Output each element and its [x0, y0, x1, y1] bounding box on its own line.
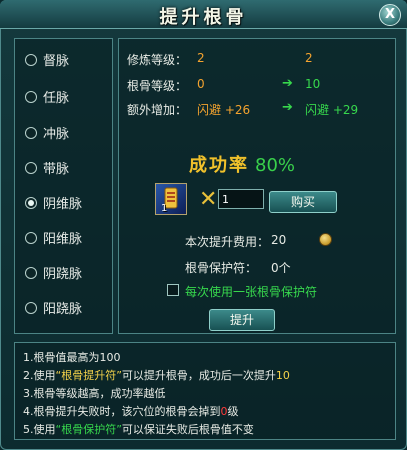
- root-bone-level-label: 根骨等级：: [127, 79, 188, 93]
- meridian-label: 阳跷脉: [43, 302, 83, 317]
- meridian-label: 阴维脉: [43, 197, 83, 212]
- meridian-option-du[interactable]: 督脉: [25, 51, 69, 73]
- meridian-option-yangqiao[interactable]: 阳跷脉: [25, 299, 82, 321]
- cost-label: 本次提升费用：: [185, 235, 270, 249]
- arrow-right-icon: ➔: [282, 100, 293, 115]
- success-rate-value: 80%: [255, 155, 296, 176]
- buy-button[interactable]: 购买: [269, 191, 337, 213]
- root-bone-current-value: 0: [197, 77, 205, 91]
- meridian-option-yangwei[interactable]: 阳维脉: [25, 229, 82, 251]
- protect-charm-label: 根骨保护符：: [185, 261, 258, 275]
- item-count: 1: [161, 203, 168, 214]
- radio-icon[interactable]: [25, 232, 37, 244]
- meridian-label: 任脉: [43, 91, 70, 106]
- note-line: 3.根骨等级越高，成功率越低: [23, 387, 166, 400]
- cultivation-next-value: 2: [305, 51, 313, 65]
- radio-icon[interactable]: [25, 127, 37, 139]
- radio-selected-icon[interactable]: [25, 197, 37, 209]
- meridian-label: 督脉: [43, 54, 70, 69]
- upgrade-panel: 修炼等级： 2 2 根骨等级： 0 ➔ 10 额外增加： 闪避 +26 ➔ 闪避…: [118, 38, 396, 334]
- meridian-label: 阴跷脉: [43, 267, 83, 282]
- title-bar[interactable]: 提升根骨 X: [0, 0, 407, 29]
- bonus-label: 额外增加：: [127, 103, 188, 117]
- meridian-option-ren[interactable]: 任脉: [25, 88, 69, 110]
- coin-icon: [319, 233, 332, 246]
- notes-panel: 1.根骨值最高为100 2.使用“根骨提升符”可以提升根骨，成功后一次提升10 …: [14, 342, 396, 440]
- meridian-label: 阳维脉: [43, 232, 83, 247]
- cultivation-current-value: 2: [197, 51, 205, 65]
- arrow-right-icon: ➔: [282, 76, 293, 91]
- note-line: 2.使用“根骨提升符”可以提升根骨，成功后一次提升10: [23, 369, 290, 382]
- use-protect-label[interactable]: 每次使用一张根骨保护符: [185, 283, 317, 300]
- meridian-label: 冲脉: [43, 127, 70, 142]
- success-rate: 成功率 80%: [189, 151, 295, 177]
- quantity-input[interactable]: [218, 189, 264, 209]
- meridian-list: 督脉 任脉 冲脉 带脉 阴维脉 阳维脉 阴跷脉 阳跷脉: [14, 38, 113, 334]
- radio-icon[interactable]: [25, 267, 37, 279]
- note-line: 5.使用“根骨保护符”可以保证失败后根骨值不变: [23, 423, 254, 436]
- cultivation-level-label: 修炼等级：: [127, 53, 188, 67]
- scroll-item-icon[interactable]: [155, 183, 187, 215]
- radio-icon[interactable]: [25, 54, 37, 66]
- bonus-next-value: 闪避 +29: [305, 103, 359, 117]
- radio-icon[interactable]: [25, 91, 37, 103]
- dialog-title: 提升根骨: [159, 7, 248, 28]
- meridian-label: 带脉: [43, 162, 70, 177]
- close-button[interactable]: X: [379, 4, 401, 26]
- protect-charm-count: 0个: [271, 261, 291, 275]
- use-protect-checkbox[interactable]: [167, 284, 179, 296]
- success-rate-label: 成功率: [189, 155, 249, 176]
- meridian-option-yinwei[interactable]: 阴维脉: [25, 194, 82, 216]
- close-icon: X: [384, 7, 396, 22]
- note-line: 1.根骨值最高为100: [23, 351, 121, 364]
- note-line: 4.根骨提升失败时，该穴位的根骨会掉到0级: [23, 405, 239, 418]
- meridian-option-chong[interactable]: 冲脉: [25, 124, 69, 146]
- cost-value: 20: [271, 233, 287, 247]
- radio-icon[interactable]: [25, 302, 37, 314]
- radio-icon[interactable]: [25, 162, 37, 174]
- bonus-current-value: 闪避 +26: [197, 103, 251, 117]
- root-bone-next-value: 10: [305, 77, 321, 91]
- multiply-icon: ✕: [199, 187, 218, 212]
- upgrade-button[interactable]: 提升: [209, 309, 275, 331]
- meridian-option-yinqiao[interactable]: 阴跷脉: [25, 264, 82, 286]
- meridian-option-dai[interactable]: 带脉: [25, 159, 69, 181]
